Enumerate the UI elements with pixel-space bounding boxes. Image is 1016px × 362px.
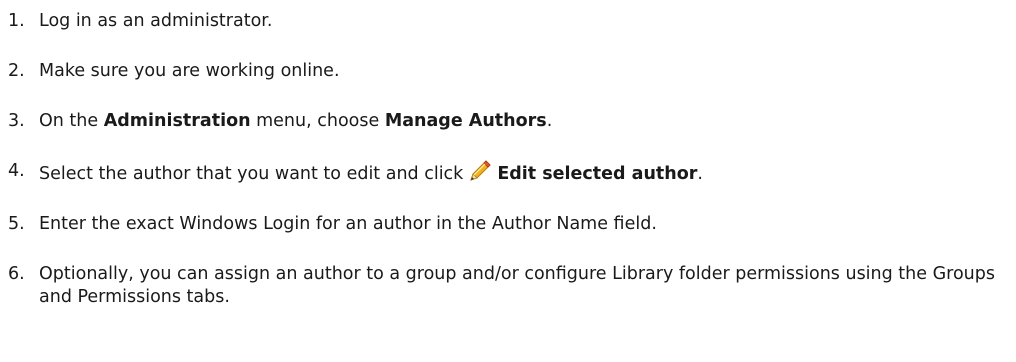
step-2: 2. Make sure you are working online. — [8, 60, 1008, 83]
step-6: 6. Optionally, you can assign an author … — [8, 263, 1008, 309]
step-number: 1. — [8, 11, 25, 31]
step-number: 5. — [8, 214, 25, 234]
manage-authors-command: Manage Authors — [384, 111, 547, 131]
step-text: Make sure you are working online. — [39, 61, 340, 81]
step-number: 6. — [8, 264, 25, 284]
step-text-pre: Select the author that you want to edit … — [39, 164, 464, 184]
step-4: 4. Select the author that you want to ed… — [8, 160, 1008, 186]
pencil-icon — [469, 160, 492, 182]
step-1: 1. Log in as an administrator. — [8, 10, 1008, 33]
step-text: Select the author that you want to edit … — [39, 160, 1008, 186]
step-text-pre: On the — [39, 111, 104, 131]
administration-menu-name: Administration — [103, 111, 251, 131]
edit-selected-author-command: Edit selected author — [497, 164, 698, 184]
step-3: 3. On the Administration menu, choose Ma… — [8, 110, 1008, 133]
step-text: Log in as an administrator. — [39, 11, 273, 31]
step-number: 4. — [8, 161, 25, 181]
step-text: Enter the exact Windows Login for an aut… — [39, 214, 657, 234]
step-text-post: . — [546, 111, 553, 131]
steps-list: 1. Log in as an administrator. 2. Make s… — [8, 10, 1008, 336]
step-text: On the Administration menu, choose Manag… — [39, 110, 1008, 133]
step-5: 5. Enter the exact Windows Login for an … — [8, 213, 1008, 236]
step-text-mid: menu, choose — [250, 111, 385, 131]
step-text-post: . — [697, 164, 703, 184]
step-number: 2. — [8, 61, 25, 81]
step-text: Optionally, you can assign an author to … — [39, 264, 995, 307]
step-number: 3. — [8, 111, 25, 131]
